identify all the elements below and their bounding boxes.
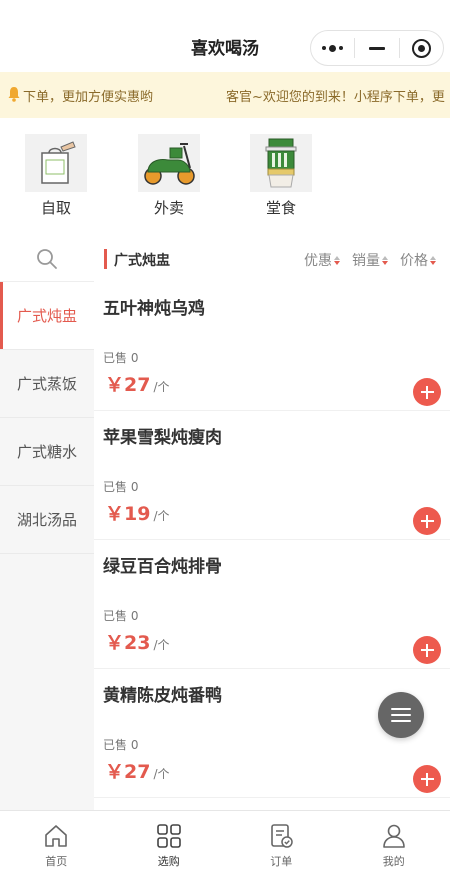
section-header: 广式炖盅 优惠 销量 价格 bbox=[94, 236, 450, 282]
product-item[interactable]: 绿豆百合炖排骨 已售 0 ￥23/个 bbox=[94, 540, 450, 669]
add-to-cart-button[interactable] bbox=[413, 378, 441, 406]
product-price: ￥27/个 bbox=[105, 370, 170, 397]
mode-dine-in[interactable]: 堂食 bbox=[250, 134, 312, 218]
category-sidebar: 广式炖盅 广式蒸饭 广式糖水 湖北汤品 bbox=[0, 236, 94, 810]
tab-orders[interactable]: 订单 bbox=[225, 811, 338, 877]
price-unit: /个 bbox=[153, 767, 170, 781]
order-icon bbox=[267, 822, 295, 850]
sidebar-item-hubei-tangpin[interactable]: 湖北汤品 bbox=[0, 486, 94, 554]
product-sold: 已售 0 bbox=[103, 609, 139, 623]
order-modes: 自取 外卖 堂食 bbox=[0, 118, 450, 236]
product-item[interactable]: 苹果雪梨炖瘦肉 已售 0 ￥19/个 bbox=[94, 411, 450, 540]
tab-label: 首页 bbox=[45, 855, 68, 868]
price-unit: /个 bbox=[153, 380, 170, 394]
close-button[interactable] bbox=[400, 31, 443, 65]
sort-arrows-icon bbox=[382, 255, 388, 265]
notice-text-left: 下单，更加方便实惠哟 bbox=[23, 90, 154, 105]
mode-label: 自取 bbox=[40, 199, 71, 217]
minimize-button[interactable] bbox=[355, 31, 398, 65]
sidebar-item-guangshi-zhengfan[interactable]: 广式蒸饭 bbox=[0, 350, 94, 418]
soup-cup-icon bbox=[250, 134, 312, 192]
sidebar-item-guangshi-dunzhong[interactable]: 广式炖盅 bbox=[0, 282, 94, 350]
nav-bar: 喜欢喝汤 bbox=[0, 0, 450, 72]
grid-icon bbox=[155, 822, 183, 850]
mode-delivery[interactable]: 外卖 bbox=[138, 134, 200, 218]
mode-label: 外卖 bbox=[153, 199, 184, 217]
search-button[interactable] bbox=[0, 236, 94, 282]
minus-icon bbox=[368, 46, 385, 50]
sort-arrows-icon bbox=[334, 255, 340, 265]
product-price: ￥19/个 bbox=[105, 499, 170, 526]
sort-options: 优惠 销量 价格 bbox=[304, 250, 436, 270]
notice-text-right: 客官~欢迎您的到来！小程序下单，更 bbox=[226, 90, 445, 105]
sidebar-item-guangshi-tangshui[interactable]: 广式糖水 bbox=[0, 418, 94, 486]
product-name: 绿豆百合炖排骨 bbox=[103, 557, 222, 577]
mini-program-capsule bbox=[310, 30, 444, 66]
mode-label: 堂食 bbox=[265, 199, 296, 217]
product-sold: 已售 0 bbox=[103, 351, 139, 365]
user-icon bbox=[380, 822, 408, 850]
section-accent-bar bbox=[104, 249, 107, 269]
add-to-cart-button[interactable] bbox=[413, 507, 441, 535]
more-dots-icon bbox=[322, 44, 344, 52]
price-unit: /个 bbox=[153, 638, 170, 652]
sort-label: 优惠 bbox=[304, 253, 332, 269]
product-item[interactable]: 五叶神炖乌鸡 已售 0 ￥27/个 bbox=[94, 282, 450, 411]
product-sold: 已售 0 bbox=[103, 738, 139, 752]
sort-sales[interactable]: 销量 bbox=[352, 250, 388, 270]
more-button[interactable] bbox=[311, 31, 354, 65]
tab-label: 选购 bbox=[157, 855, 180, 868]
sort-label: 价格 bbox=[400, 253, 428, 269]
sort-price[interactable]: 价格 bbox=[400, 250, 436, 270]
product-sold: 已售 0 bbox=[103, 480, 139, 494]
price-value: ￥23 bbox=[105, 632, 151, 654]
floating-menu-button[interactable] bbox=[378, 692, 424, 738]
bell-icon bbox=[8, 87, 20, 102]
price-value: ￥27 bbox=[105, 374, 151, 396]
product-name: 苹果雪梨炖瘦肉 bbox=[103, 428, 222, 448]
tab-home[interactable]: 首页 bbox=[0, 811, 113, 877]
tab-bar: 首页 选购 订单 我的 bbox=[0, 810, 450, 877]
sort-label: 销量 bbox=[352, 253, 380, 269]
takeout-bag-icon bbox=[25, 134, 87, 192]
tab-mine[interactable]: 我的 bbox=[338, 811, 450, 877]
product-price: ￥27/个 bbox=[105, 757, 170, 784]
target-icon bbox=[411, 38, 431, 58]
sort-arrows-icon bbox=[430, 255, 436, 265]
notice-bar: 下单，更加方便实惠哟 客官~欢迎您的到来！小程序下单，更 bbox=[0, 72, 450, 118]
price-unit: /个 bbox=[153, 509, 170, 523]
tab-shop[interactable]: 选购 bbox=[113, 811, 226, 877]
add-to-cart-button[interactable] bbox=[413, 765, 441, 793]
search-icon bbox=[37, 248, 57, 269]
home-icon bbox=[42, 822, 70, 850]
product-name: 黄精陈皮炖番鸭 bbox=[103, 686, 222, 706]
product-price: ￥23/个 bbox=[105, 628, 170, 655]
sort-discount[interactable]: 优惠 bbox=[304, 250, 340, 270]
tab-label: 订单 bbox=[270, 855, 293, 868]
tab-label: 我的 bbox=[382, 855, 405, 868]
section-title: 广式炖盅 bbox=[114, 253, 170, 269]
price-value: ￥27 bbox=[105, 761, 151, 783]
hamburger-icon bbox=[391, 708, 411, 710]
product-name: 五叶神炖乌鸡 bbox=[103, 299, 205, 319]
price-value: ￥19 bbox=[105, 503, 151, 525]
mode-pickup[interactable]: 自取 bbox=[25, 134, 87, 218]
scooter-icon bbox=[138, 134, 200, 192]
add-to-cart-button[interactable] bbox=[413, 636, 441, 664]
